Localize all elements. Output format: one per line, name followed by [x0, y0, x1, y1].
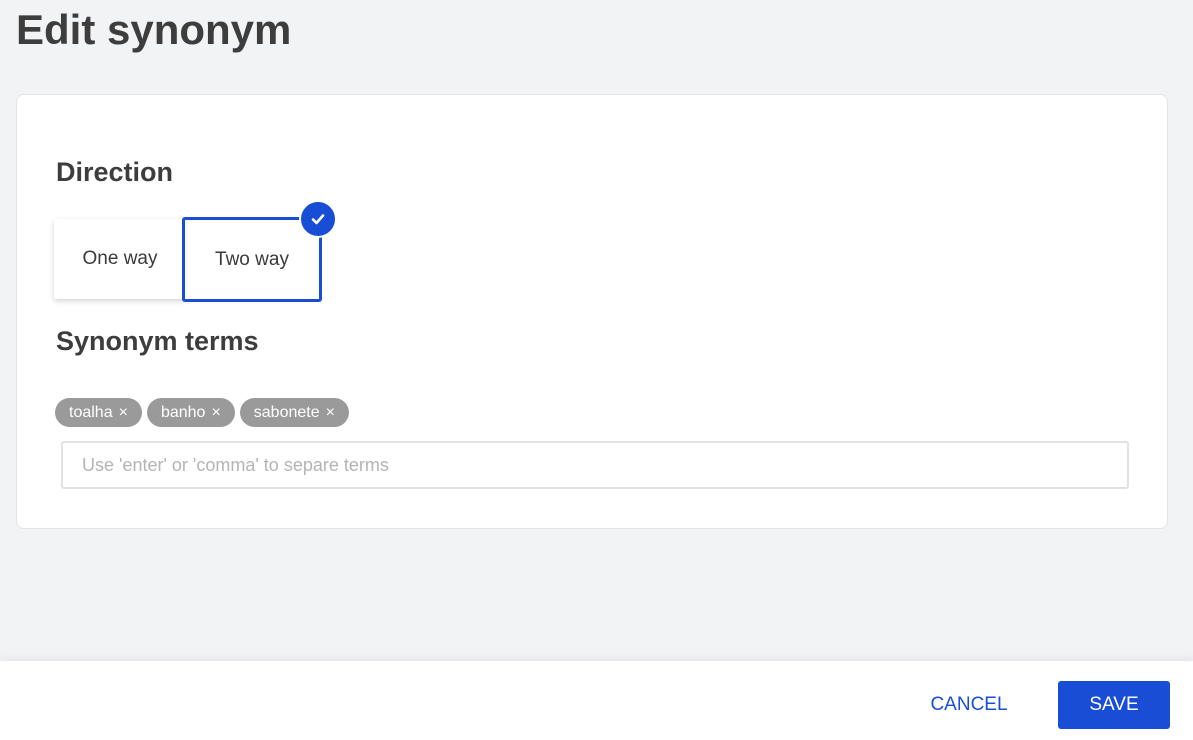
cancel-button[interactable]: CANCEL: [912, 681, 1026, 728]
direction-heading: Direction: [56, 157, 174, 187]
term-chip: toalha ×: [55, 398, 142, 427]
term-chip-list: toalha × banho × sabonete ×: [55, 398, 349, 427]
term-chip-label: toalha: [69, 403, 113, 421]
synonym-terms-heading: Synonym terms: [56, 326, 259, 356]
close-icon[interactable]: ×: [326, 404, 335, 421]
term-chip-label: sabonete: [253, 403, 320, 421]
page-title: Edit synonym: [16, 6, 292, 53]
term-chip-label: banho: [160, 403, 206, 421]
close-icon[interactable]: ×: [211, 404, 220, 421]
footer-bar: CANCEL SAVE: [0, 661, 1193, 740]
term-chip: banho ×: [146, 398, 235, 427]
direction-option-label: Two way: [215, 248, 289, 270]
synonym-term-input[interactable]: [61, 441, 1129, 489]
check-icon: [299, 200, 337, 238]
edit-synonym-page: Edit synonym Direction One way Two way S…: [0, 0, 1193, 740]
term-chip: sabonete ×: [239, 398, 349, 427]
synonym-form-card: Direction One way Two way Synonym terms …: [16, 94, 1168, 529]
close-icon[interactable]: ×: [119, 404, 128, 421]
save-button[interactable]: SAVE: [1058, 681, 1170, 729]
direction-option-label: One way: [82, 248, 158, 269]
direction-option-one-way[interactable]: One way: [54, 219, 186, 299]
direction-option-two-way[interactable]: Two way: [182, 217, 322, 302]
